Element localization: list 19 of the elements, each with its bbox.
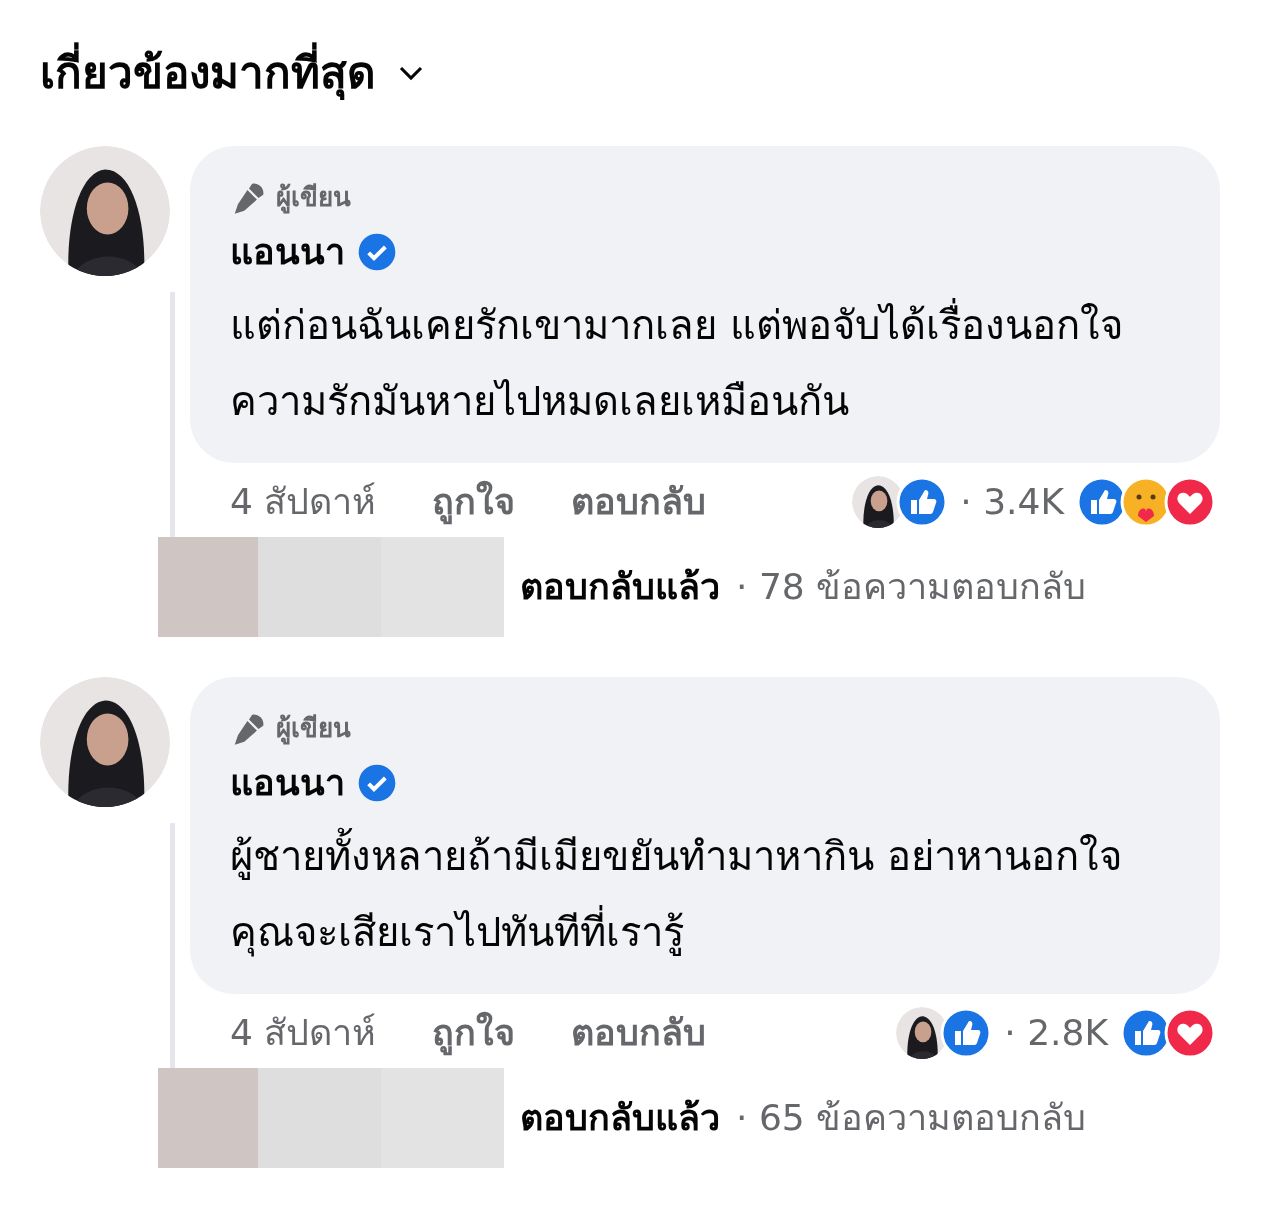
like-link[interactable]: ถูกใจ — [432, 1006, 516, 1060]
replied-label[interactable]: ตอบกลับแล้ว — [520, 560, 720, 614]
reply-link[interactable]: ตอบกลับ — [571, 475, 707, 529]
author-name[interactable]: แอนนา — [230, 756, 345, 810]
comment-text: ผู้ชายทั้งหลายถ้ามีเมียขยันทำมาหากิน อย่าหานอกใจ คุณจะเสียเราไปทันทีที่เรารู้ — [230, 818, 1180, 970]
author-role-label: ผู้เขียน — [276, 181, 351, 216]
reply-count[interactable]: · 65 ข้อความตอบกลับ — [736, 1091, 1087, 1145]
sort-dropdown[interactable]: เกี่ยวข้องมากที่สุด — [40, 40, 426, 106]
reaction-count[interactable]: · 2.8K — [1004, 1006, 1108, 1060]
like-link[interactable]: ถูกใจ — [432, 475, 516, 529]
comment-time: 4 สัปดาห์ — [230, 480, 377, 524]
comment-time: 4 สัปดาห์ — [230, 1011, 377, 1055]
author-role-label: ผู้เขียน — [276, 712, 351, 747]
author-name[interactable]: แอนนา — [230, 225, 345, 279]
comment-text: แต่ก่อนฉันเคยรักเขามากเลย แต่พอจับได้เรื่องนอกใจความรักมันหายไปหมดเลยเหมือนกัน — [230, 287, 1180, 439]
replied-label[interactable]: ตอบกลับแล้ว — [520, 1091, 720, 1145]
reply-link[interactable]: ตอบกลับ — [571, 1006, 707, 1060]
reaction-count[interactable]: · 3.4K — [960, 475, 1064, 529]
reply-count[interactable]: · 78 ข้อความตอบกลับ — [736, 560, 1087, 614]
